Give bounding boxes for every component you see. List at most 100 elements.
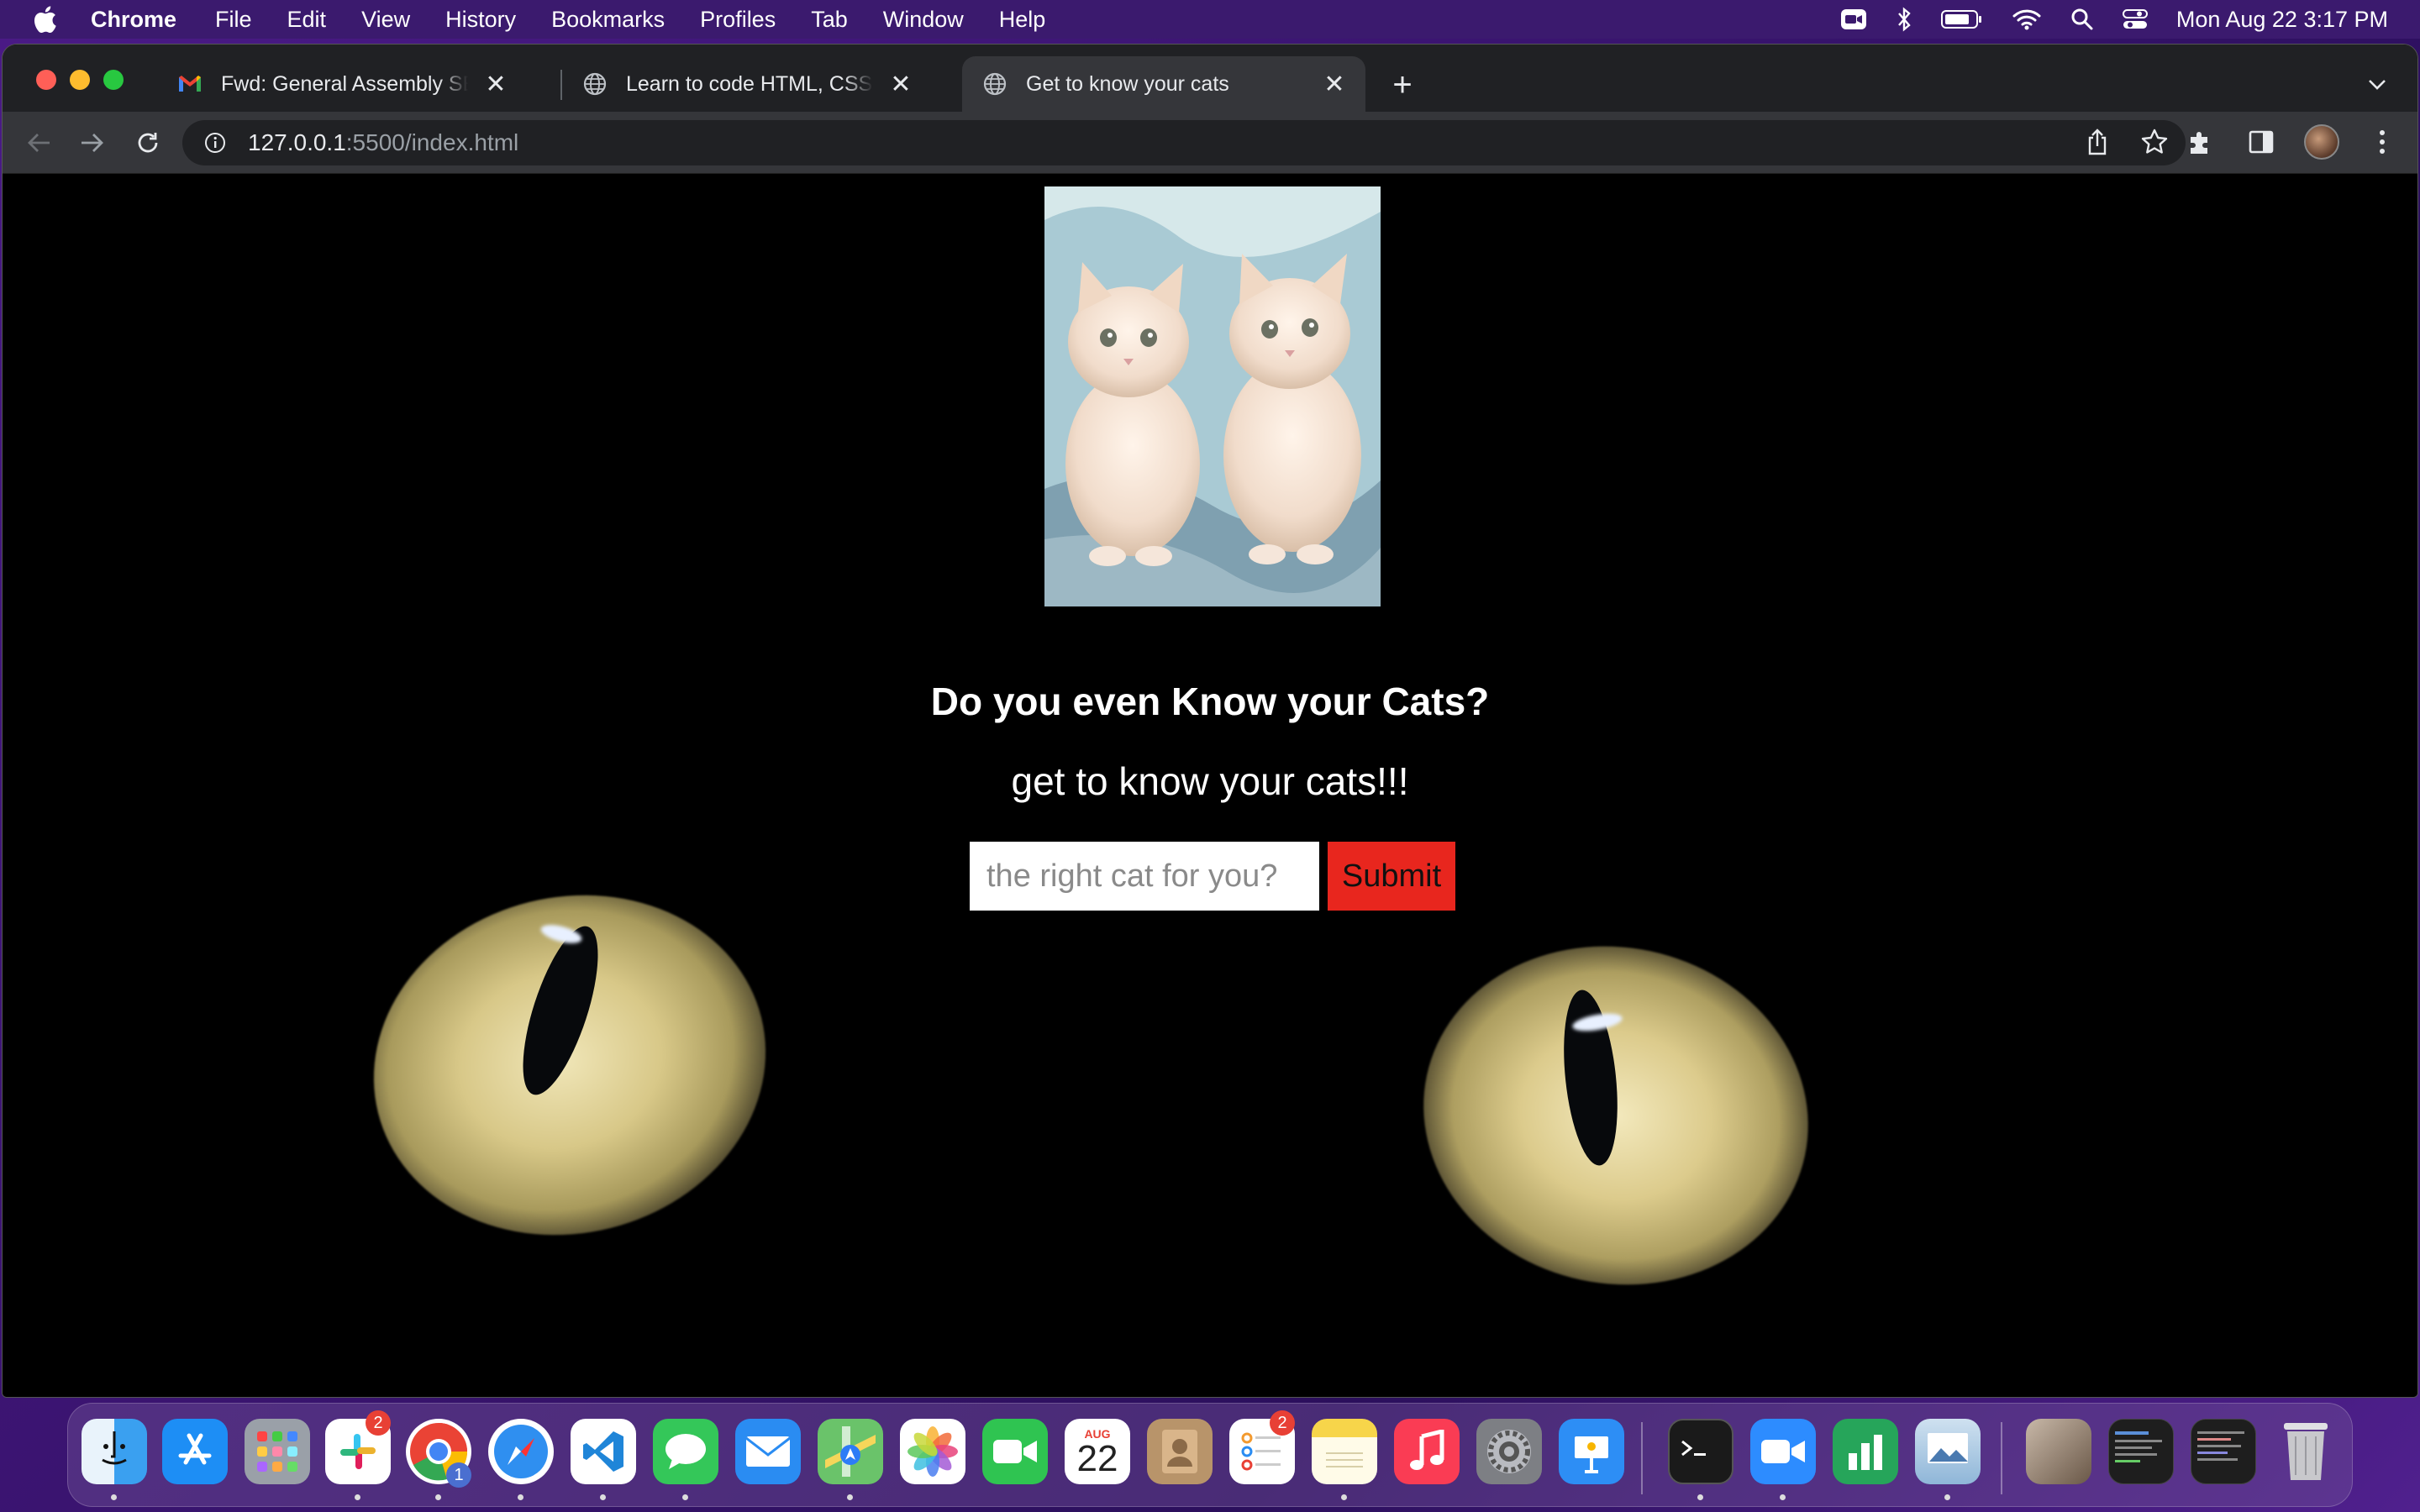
tab-search-chevron-icon[interactable] bbox=[2362, 70, 2392, 100]
dock-running-indicator bbox=[1341, 1494, 1347, 1500]
tab-close-icon[interactable]: ✕ bbox=[483, 71, 508, 98]
dock-running-indicator bbox=[1780, 1494, 1786, 1500]
zoom-status-icon[interactable] bbox=[1840, 7, 1867, 32]
menu-bookmarks[interactable]: Bookmarks bbox=[551, 7, 665, 33]
window-maximize-button[interactable] bbox=[103, 70, 124, 90]
address-bar[interactable]: 127.0.0.1:5500/index.html bbox=[182, 120, 2186, 165]
dock-running-indicator bbox=[1697, 1494, 1703, 1500]
menu-bar: Chrome File Edit View History Bookmarks … bbox=[0, 0, 2420, 39]
window-controls bbox=[36, 70, 124, 90]
site-info-icon[interactable] bbox=[203, 130, 228, 155]
app-store-icon[interactable] bbox=[162, 1419, 228, 1484]
page-viewport: Do you even Know your Cats? get to know … bbox=[3, 175, 2417, 1397]
contacts-icon[interactable] bbox=[1147, 1419, 1213, 1484]
minimized-window-thumbnail-editor[interactable] bbox=[2191, 1419, 2256, 1484]
battery-icon[interactable] bbox=[1940, 8, 1983, 30]
tab-gmail[interactable]: Fwd: General Assembly SEI Interview ✕ bbox=[157, 56, 527, 112]
messages-icon[interactable] bbox=[653, 1419, 718, 1484]
chrome-menu-kebab-icon[interactable] bbox=[2364, 123, 2401, 160]
reminders-badge: 2 bbox=[1270, 1410, 1295, 1436]
calendar-icon[interactable]: AUG 22 bbox=[1065, 1419, 1130, 1484]
spotlight-search-icon[interactable] bbox=[2070, 8, 2094, 31]
tab-learn-to-code[interactable]: Learn to code HTML, CSS, and JavaScript … bbox=[562, 56, 932, 112]
kittens-image bbox=[1044, 186, 1381, 606]
side-panel-icon[interactable] bbox=[2243, 123, 2280, 160]
facetime-icon[interactable] bbox=[982, 1419, 1048, 1484]
reload-button[interactable] bbox=[130, 125, 166, 160]
minimized-window-thumbnail-code[interactable] bbox=[2108, 1419, 2174, 1484]
wifi-icon[interactable] bbox=[2012, 8, 2042, 31]
page-headline: Do you even Know your Cats? bbox=[930, 680, 1490, 723]
minimized-window-thumbnail-cats[interactable] bbox=[2026, 1419, 2091, 1484]
slack-badge: 2 bbox=[366, 1410, 391, 1436]
new-tab-button[interactable]: + bbox=[1386, 66, 1419, 103]
gmail-icon bbox=[177, 71, 203, 97]
launchpad-icon[interactable] bbox=[245, 1419, 310, 1484]
browser-toolbar: 127.0.0.1:5500/index.html bbox=[3, 112, 2417, 174]
keynote-icon[interactable] bbox=[1559, 1419, 1624, 1484]
tab-title: Get to know your cats bbox=[1026, 71, 1229, 96]
menu-profiles[interactable]: Profiles bbox=[700, 7, 776, 33]
back-button[interactable] bbox=[21, 125, 56, 160]
numbers-icon[interactable] bbox=[1833, 1419, 1898, 1484]
chrome-badge: 1 bbox=[446, 1462, 471, 1488]
maps-icon[interactable] bbox=[818, 1419, 883, 1484]
extensions-puzzle-icon[interactable] bbox=[2182, 123, 2219, 160]
apple-menu-icon[interactable] bbox=[32, 5, 62, 34]
url-host: 127.0.0.1 bbox=[248, 129, 346, 155]
dock-divider bbox=[1641, 1422, 1643, 1494]
dock-running-indicator bbox=[600, 1494, 606, 1500]
notes-icon[interactable] bbox=[1312, 1419, 1377, 1484]
bluetooth-icon[interactable] bbox=[1896, 7, 1912, 32]
vscode-icon[interactable] bbox=[571, 1419, 636, 1484]
dock-running-indicator bbox=[518, 1494, 523, 1500]
submit-button[interactable]: Submit bbox=[1328, 842, 1455, 911]
system-preferences-icon[interactable] bbox=[1476, 1419, 1542, 1484]
dock-running-indicator bbox=[355, 1494, 360, 1500]
tab-close-icon[interactable]: ✕ bbox=[888, 71, 913, 98]
dock-divider bbox=[2001, 1422, 2002, 1494]
menu-tab[interactable]: Tab bbox=[811, 7, 848, 33]
forward-button[interactable] bbox=[75, 125, 110, 160]
trash-icon[interactable] bbox=[2273, 1419, 2338, 1484]
dock-running-indicator bbox=[111, 1494, 117, 1500]
dock-running-indicator bbox=[847, 1494, 853, 1500]
globe-icon bbox=[582, 71, 608, 97]
safari-icon[interactable] bbox=[488, 1419, 554, 1484]
bookmark-star-icon[interactable] bbox=[2140, 128, 2169, 162]
menu-help[interactable]: Help bbox=[999, 7, 1046, 33]
photos-icon[interactable] bbox=[900, 1419, 965, 1484]
menu-app-name[interactable]: Chrome bbox=[91, 7, 176, 33]
finder-icon[interactable] bbox=[82, 1419, 147, 1484]
share-icon[interactable] bbox=[2085, 128, 2110, 162]
cat-search-form: Submit bbox=[970, 842, 1455, 911]
tab-get-to-know-your-cats[interactable]: Get to know your cats ✕ bbox=[962, 56, 1365, 112]
menu-clock[interactable]: Mon Aug 22 3:17 PM bbox=[2176, 7, 2388, 33]
terminal-icon[interactable] bbox=[1668, 1419, 1733, 1484]
mail-icon[interactable] bbox=[735, 1419, 801, 1484]
music-icon[interactable] bbox=[1394, 1419, 1460, 1484]
dock: 2 1 AUG 22 2 bbox=[67, 1403, 2353, 1507]
menu-window[interactable]: Window bbox=[883, 7, 964, 33]
preview-icon[interactable] bbox=[1915, 1419, 1981, 1484]
dock-running-indicator bbox=[1944, 1494, 1950, 1500]
profile-avatar[interactable] bbox=[2303, 123, 2340, 160]
globe-icon bbox=[982, 71, 1007, 97]
dock-running-indicator bbox=[435, 1494, 441, 1500]
menu-file[interactable]: File bbox=[215, 7, 252, 33]
tab-title: Learn to code HTML, CSS, and JavaScript bbox=[626, 71, 873, 96]
control-center-icon[interactable] bbox=[2122, 8, 2148, 31]
window-minimize-button[interactable] bbox=[70, 70, 90, 90]
tab-close-icon[interactable]: ✕ bbox=[1322, 71, 1347, 98]
menu-view[interactable]: View bbox=[361, 7, 410, 33]
dock-running-indicator bbox=[682, 1494, 688, 1500]
zoom-icon[interactable] bbox=[1750, 1419, 1816, 1484]
background-cat-eye-left bbox=[337, 854, 802, 1276]
menu-edit[interactable]: Edit bbox=[287, 7, 327, 33]
window-close-button[interactable] bbox=[36, 70, 56, 90]
cat-search-input[interactable] bbox=[970, 842, 1319, 911]
tab-title: Fwd: General Assembly SEI Interview bbox=[221, 71, 468, 96]
calendar-day: 22 bbox=[1076, 1438, 1118, 1479]
menu-history[interactable]: History bbox=[445, 7, 516, 33]
tab-strip: Fwd: General Assembly SEI Interview ✕ Le… bbox=[3, 45, 2417, 112]
